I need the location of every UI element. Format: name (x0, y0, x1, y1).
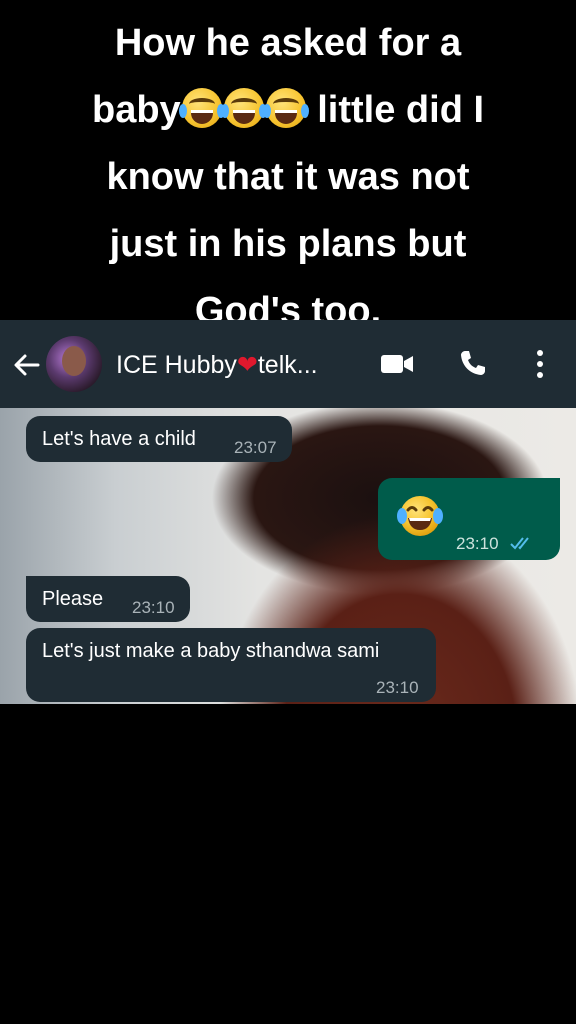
message-time: 23:07 (234, 438, 277, 457)
laughing-emoji-icon (178, 88, 225, 128)
phone-call-icon[interactable] (458, 348, 488, 378)
caption-line-1: How he asked for a (114, 22, 462, 64)
caption-line-2-start: baby (91, 89, 181, 131)
contact-name[interactable]: ICE Hubby❤telk... (116, 350, 318, 380)
laughing-emoji-icon (397, 496, 443, 536)
video-caption: How he asked for a baby little did I kno… (0, 10, 576, 345)
contact-name-rest: telk... (257, 351, 318, 379)
message-bubble-incoming[interactable]: Please 23:10 (26, 576, 190, 622)
back-arrow-icon[interactable] (12, 350, 42, 380)
video-call-icon[interactable] (380, 352, 414, 376)
message-time: 23:10 (132, 598, 175, 617)
contact-avatar[interactable] (46, 336, 102, 392)
more-options-icon[interactable] (530, 348, 550, 380)
read-receipt-icon (510, 537, 529, 550)
laughing-emoji-icon (262, 88, 309, 128)
message-bubble-incoming[interactable]: Let's just make a baby sthandwa sami 23:… (26, 628, 436, 702)
heart-icon: ❤ (236, 351, 258, 379)
message-bubble-outgoing[interactable]: 23:10 (378, 478, 560, 560)
message-text: Let's just make a baby sthandwa sami (42, 640, 380, 662)
caption-line-2: baby little did I (0, 77, 576, 144)
message-time: 23:10 (456, 534, 499, 553)
caption-line-4: just in his plans but (109, 223, 467, 265)
message-time: 23:10 (376, 678, 419, 697)
laughing-emoji-icon (220, 88, 267, 128)
caption-line-2-end: little did I (306, 89, 485, 131)
message-text: Please (42, 588, 104, 610)
contact-name-first: ICE Hubby (116, 351, 237, 379)
message-bubble-incoming[interactable]: Let's have a child 23:07 (26, 416, 292, 462)
caption-line-3: know that it was not (106, 156, 470, 198)
message-text: Let's have a child (42, 428, 196, 450)
